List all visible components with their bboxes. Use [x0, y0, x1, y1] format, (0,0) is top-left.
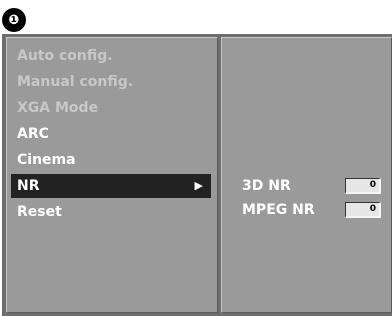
menu-item-xga-mode[interactable]: XGA Mode	[7, 96, 217, 120]
menu-item-reset[interactable]: Reset	[7, 200, 217, 224]
submenu-label: MPEG NR	[242, 202, 315, 218]
main-menu-panel: Auto config. Manual config. XGA Mode ARC…	[6, 37, 218, 313]
menu-item-manual-config[interactable]: Manual config.	[7, 70, 217, 94]
submenu-row-mpeg-nr[interactable]: MPEG NR 0	[242, 200, 387, 222]
menu-item-label: Cinema	[17, 152, 76, 168]
mpeg-nr-value-field[interactable]: 0	[345, 202, 381, 218]
menu-item-label: Manual config.	[17, 74, 134, 90]
osd-menu-window: Auto config. Manual config. XGA Mode ARC…	[2, 34, 392, 316]
menu-item-label: Reset	[17, 204, 62, 220]
menu-item-label: NR	[17, 178, 40, 194]
menu-item-label: Auto config.	[17, 48, 113, 64]
step-number-badge: ❶	[2, 8, 26, 32]
menu-item-cinema[interactable]: Cinema	[7, 148, 217, 172]
menu-item-auto-config[interactable]: Auto config.	[7, 44, 217, 68]
submenu-row-3d-nr[interactable]: 3D NR 0	[242, 176, 387, 198]
submenu-label: 3D NR	[242, 178, 291, 194]
menu-item-label: XGA Mode	[17, 100, 99, 116]
menu-item-arc[interactable]: ARC	[7, 122, 217, 146]
menu-item-nr[interactable]: NR ▶	[11, 174, 211, 198]
menu-list: Auto config. Manual config. XGA Mode ARC…	[7, 44, 217, 226]
menu-item-label: ARC	[17, 126, 49, 142]
3d-nr-value-field[interactable]: 0	[345, 178, 381, 194]
submenu-panel: 3D NR 0 MPEG NR 0	[221, 37, 392, 313]
submenu-arrow-icon: ▶	[194, 179, 203, 192]
